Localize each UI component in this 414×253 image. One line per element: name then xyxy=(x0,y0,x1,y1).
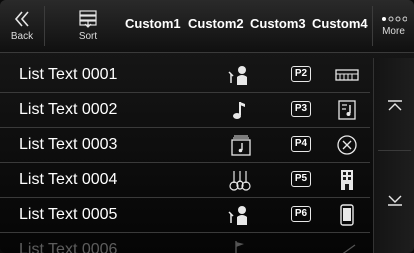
page-up-button[interactable] xyxy=(374,86,414,126)
list-item[interactable]: List Text 0002 P3 xyxy=(0,93,370,128)
list-item-label: List Text 0002 xyxy=(19,101,118,118)
sort-icon xyxy=(79,10,97,28)
tab-custom2[interactable]: Custom2 xyxy=(188,16,244,31)
music-note-icon xyxy=(233,102,245,119)
back-label: Back xyxy=(10,31,34,42)
keyboard-icon xyxy=(335,69,359,81)
list-item[interactable]: List Text 0005 P6 xyxy=(0,198,370,233)
list-item[interactable]: List Text 0003 P4 xyxy=(0,128,370,163)
double-chevron-left-icon xyxy=(14,11,29,27)
sort-label: Sort xyxy=(78,31,98,42)
top-toolbar: Back Sort Custom1 Custom2 Custom3 Custom… xyxy=(0,0,414,53)
more-button[interactable]: More xyxy=(373,0,414,52)
list-item-label: List Text 0005 xyxy=(19,206,118,223)
partial-icon xyxy=(342,244,356,253)
album-icon xyxy=(231,135,251,156)
page-up-icon xyxy=(387,100,402,111)
building-icon xyxy=(341,170,353,190)
flag-icon xyxy=(235,241,244,253)
list-item-label: List Text 0004 xyxy=(19,171,118,188)
scroll-column xyxy=(373,58,414,253)
list-item[interactable]: List Text 0001 P2 xyxy=(0,58,370,93)
more-label: More xyxy=(382,26,405,37)
artist-icon xyxy=(228,206,247,225)
list: List Text 0001 P2 List Text 0002 P3 List… xyxy=(0,58,370,253)
tab-custom3[interactable]: Custom3 xyxy=(250,16,306,31)
preset-badge: P3 xyxy=(291,101,311,117)
playlist-icon xyxy=(338,100,356,120)
tab-custom1[interactable]: Custom1 xyxy=(125,16,181,31)
page-down-button[interactable] xyxy=(374,180,414,220)
dots-icon xyxy=(381,16,407,22)
divider xyxy=(378,150,411,151)
back-button[interactable]: Back xyxy=(0,0,44,52)
sort-button[interactable]: Sort xyxy=(62,0,114,52)
list-item[interactable]: List Text 0004 P5 xyxy=(0,163,370,198)
divider xyxy=(44,6,45,46)
list-item-label: List Text 0006 xyxy=(19,241,118,253)
preset-badge: P2 xyxy=(291,66,311,82)
tab-custom4[interactable]: Custom4 xyxy=(312,16,368,31)
preset-badge: P6 xyxy=(291,206,311,222)
list-item-label: List Text 0001 xyxy=(19,66,118,83)
preset-badge: P5 xyxy=(291,171,311,187)
close-circle-icon xyxy=(337,135,357,155)
tablet-icon xyxy=(340,204,354,226)
screen: Back Sort Custom1 Custom2 Custom3 Custom… xyxy=(0,0,414,253)
instruments-icon xyxy=(229,171,251,191)
list-item[interactable]: List Text 0006 xyxy=(0,233,370,253)
page-down-icon xyxy=(387,195,402,206)
artist-icon xyxy=(228,66,247,85)
preset-badge: P4 xyxy=(291,136,311,152)
list-item-label: List Text 0003 xyxy=(19,136,118,153)
